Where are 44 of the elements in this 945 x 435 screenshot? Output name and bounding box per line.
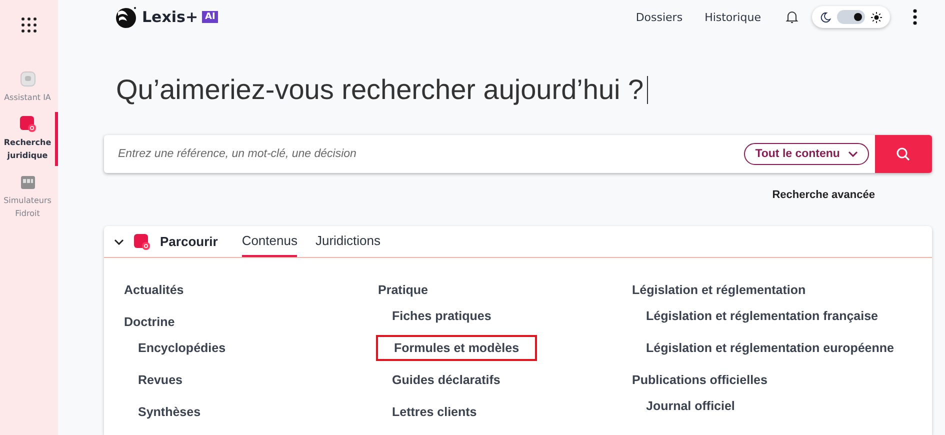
category-heading[interactable]: Publications officielles	[630, 367, 786, 393]
sun-icon	[870, 12, 882, 22]
advanced-search-link[interactable]: Recherche avancée	[772, 189, 875, 201]
toggle-switch[interactable]	[836, 10, 865, 24]
text-cursor	[646, 76, 648, 104]
search-icon	[896, 147, 910, 161]
category-link[interactable]: Revues	[122, 367, 200, 393]
category-link[interactable]: Législation et réglementation européenne	[630, 335, 912, 361]
search-field[interactable]: Entrez une référence, un mot-clé, une décision Tout le contenu	[104, 135, 932, 173]
nav-link[interactable]: Dossiers	[636, 10, 683, 24]
category-heading[interactable]: Actualités	[122, 277, 202, 303]
logo-badge: AI	[202, 11, 218, 23]
logo-icon	[114, 6, 138, 28]
category-link[interactable]: Fiches pratiques	[376, 303, 510, 329]
moon-icon	[820, 12, 831, 22]
category-link[interactable]: Synthèses	[122, 399, 219, 425]
search-button[interactable]	[874, 135, 932, 173]
logo-text: Lexis+	[142, 8, 198, 26]
scope-dropdown[interactable]: Tout le contenu	[744, 143, 869, 165]
chevron-icon[interactable]	[114, 238, 124, 244]
category-link[interactable]: Formules et modèles	[376, 335, 538, 361]
category-link[interactable]: Lettres clients	[376, 399, 495, 425]
nav-link[interactable]: Historique	[704, 10, 761, 24]
category-link[interactable]: Législation et réglementation française	[630, 303, 896, 329]
chat-icon	[20, 71, 36, 87]
search-app-icon	[20, 116, 36, 132]
category-link[interactable]: Encyclopédies	[122, 335, 244, 361]
tab[interactable]: Juridictions	[315, 226, 380, 257]
bell-icon[interactable]	[784, 10, 799, 24]
category-link[interactable]: Journal officiel	[630, 393, 753, 419]
sidebar-item[interactable]: Recherche juridique	[0, 112, 58, 166]
theme-switch[interactable]	[812, 6, 890, 28]
calculator-icon	[20, 174, 36, 190]
category-link[interactable]: Guides déclaratifs	[376, 367, 518, 393]
category-heading[interactable]: Doctrine	[122, 309, 193, 335]
panel-title: Parcourir	[160, 234, 218, 249]
apps-grid-icon[interactable]	[21, 17, 37, 33]
category-heading[interactable]: Pratique	[376, 277, 446, 303]
more-icon[interactable]	[912, 9, 918, 25]
search-app-icon	[134, 234, 150, 250]
caret-icon	[848, 151, 858, 157]
category-heading[interactable]: Législation et réglementation	[630, 277, 824, 303]
tab[interactable]: Contenus	[242, 226, 298, 257]
page-headline: Qu’aimeriez-vous rechercher aujourd’hui ?	[116, 74, 644, 106]
